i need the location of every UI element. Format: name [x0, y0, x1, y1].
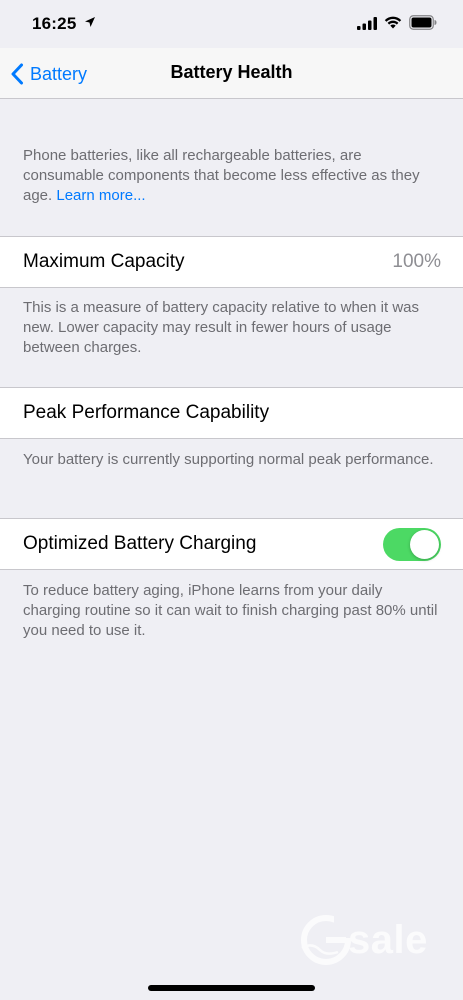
- home-indicator[interactable]: [148, 985, 315, 991]
- learn-more-link[interactable]: Learn more...: [56, 187, 145, 204]
- intro-description: Phone batteries, like all rechargeable b…: [23, 146, 443, 206]
- page-title: Battery Health: [170, 62, 293, 82]
- wifi-icon: [384, 16, 402, 29]
- optimized-charging-row: Optimized Battery Charging: [0, 518, 463, 570]
- optimized-charging-description: To reduce battery aging, iPhone learns f…: [23, 582, 438, 639]
- location-arrow-icon: [85, 17, 95, 27]
- gsale-watermark: sale: [298, 912, 428, 968]
- maximum-capacity-row: Maximum Capacity 100%: [0, 236, 463, 288]
- cellular-signal-icon: [357, 17, 377, 30]
- watermark-text: sale: [348, 917, 428, 962]
- navigation-bar: Battery Battery Health: [0, 48, 463, 99]
- optimized-charging-label: Optimized Battery Charging: [23, 533, 257, 554]
- maximum-capacity-label: Maximum Capacity: [23, 251, 185, 272]
- gsale-logo-icon: [301, 915, 354, 965]
- peak-performance-description: Your battery is currently supporting nor…: [23, 451, 434, 468]
- status-bar: 16:25: [0, 0, 463, 48]
- maximum-capacity-value: 100%: [392, 251, 441, 272]
- peak-performance-label: Peak Performance Capability: [23, 402, 270, 423]
- maximum-capacity-description: This is a measure of battery capacity re…: [23, 299, 420, 356]
- battery-icon: [409, 15, 437, 30]
- status-time: 16:25: [32, 14, 77, 33]
- toggle-knob: [410, 530, 439, 559]
- peak-performance-row: Peak Performance Capability: [0, 387, 463, 439]
- optimized-charging-toggle[interactable]: [383, 528, 441, 561]
